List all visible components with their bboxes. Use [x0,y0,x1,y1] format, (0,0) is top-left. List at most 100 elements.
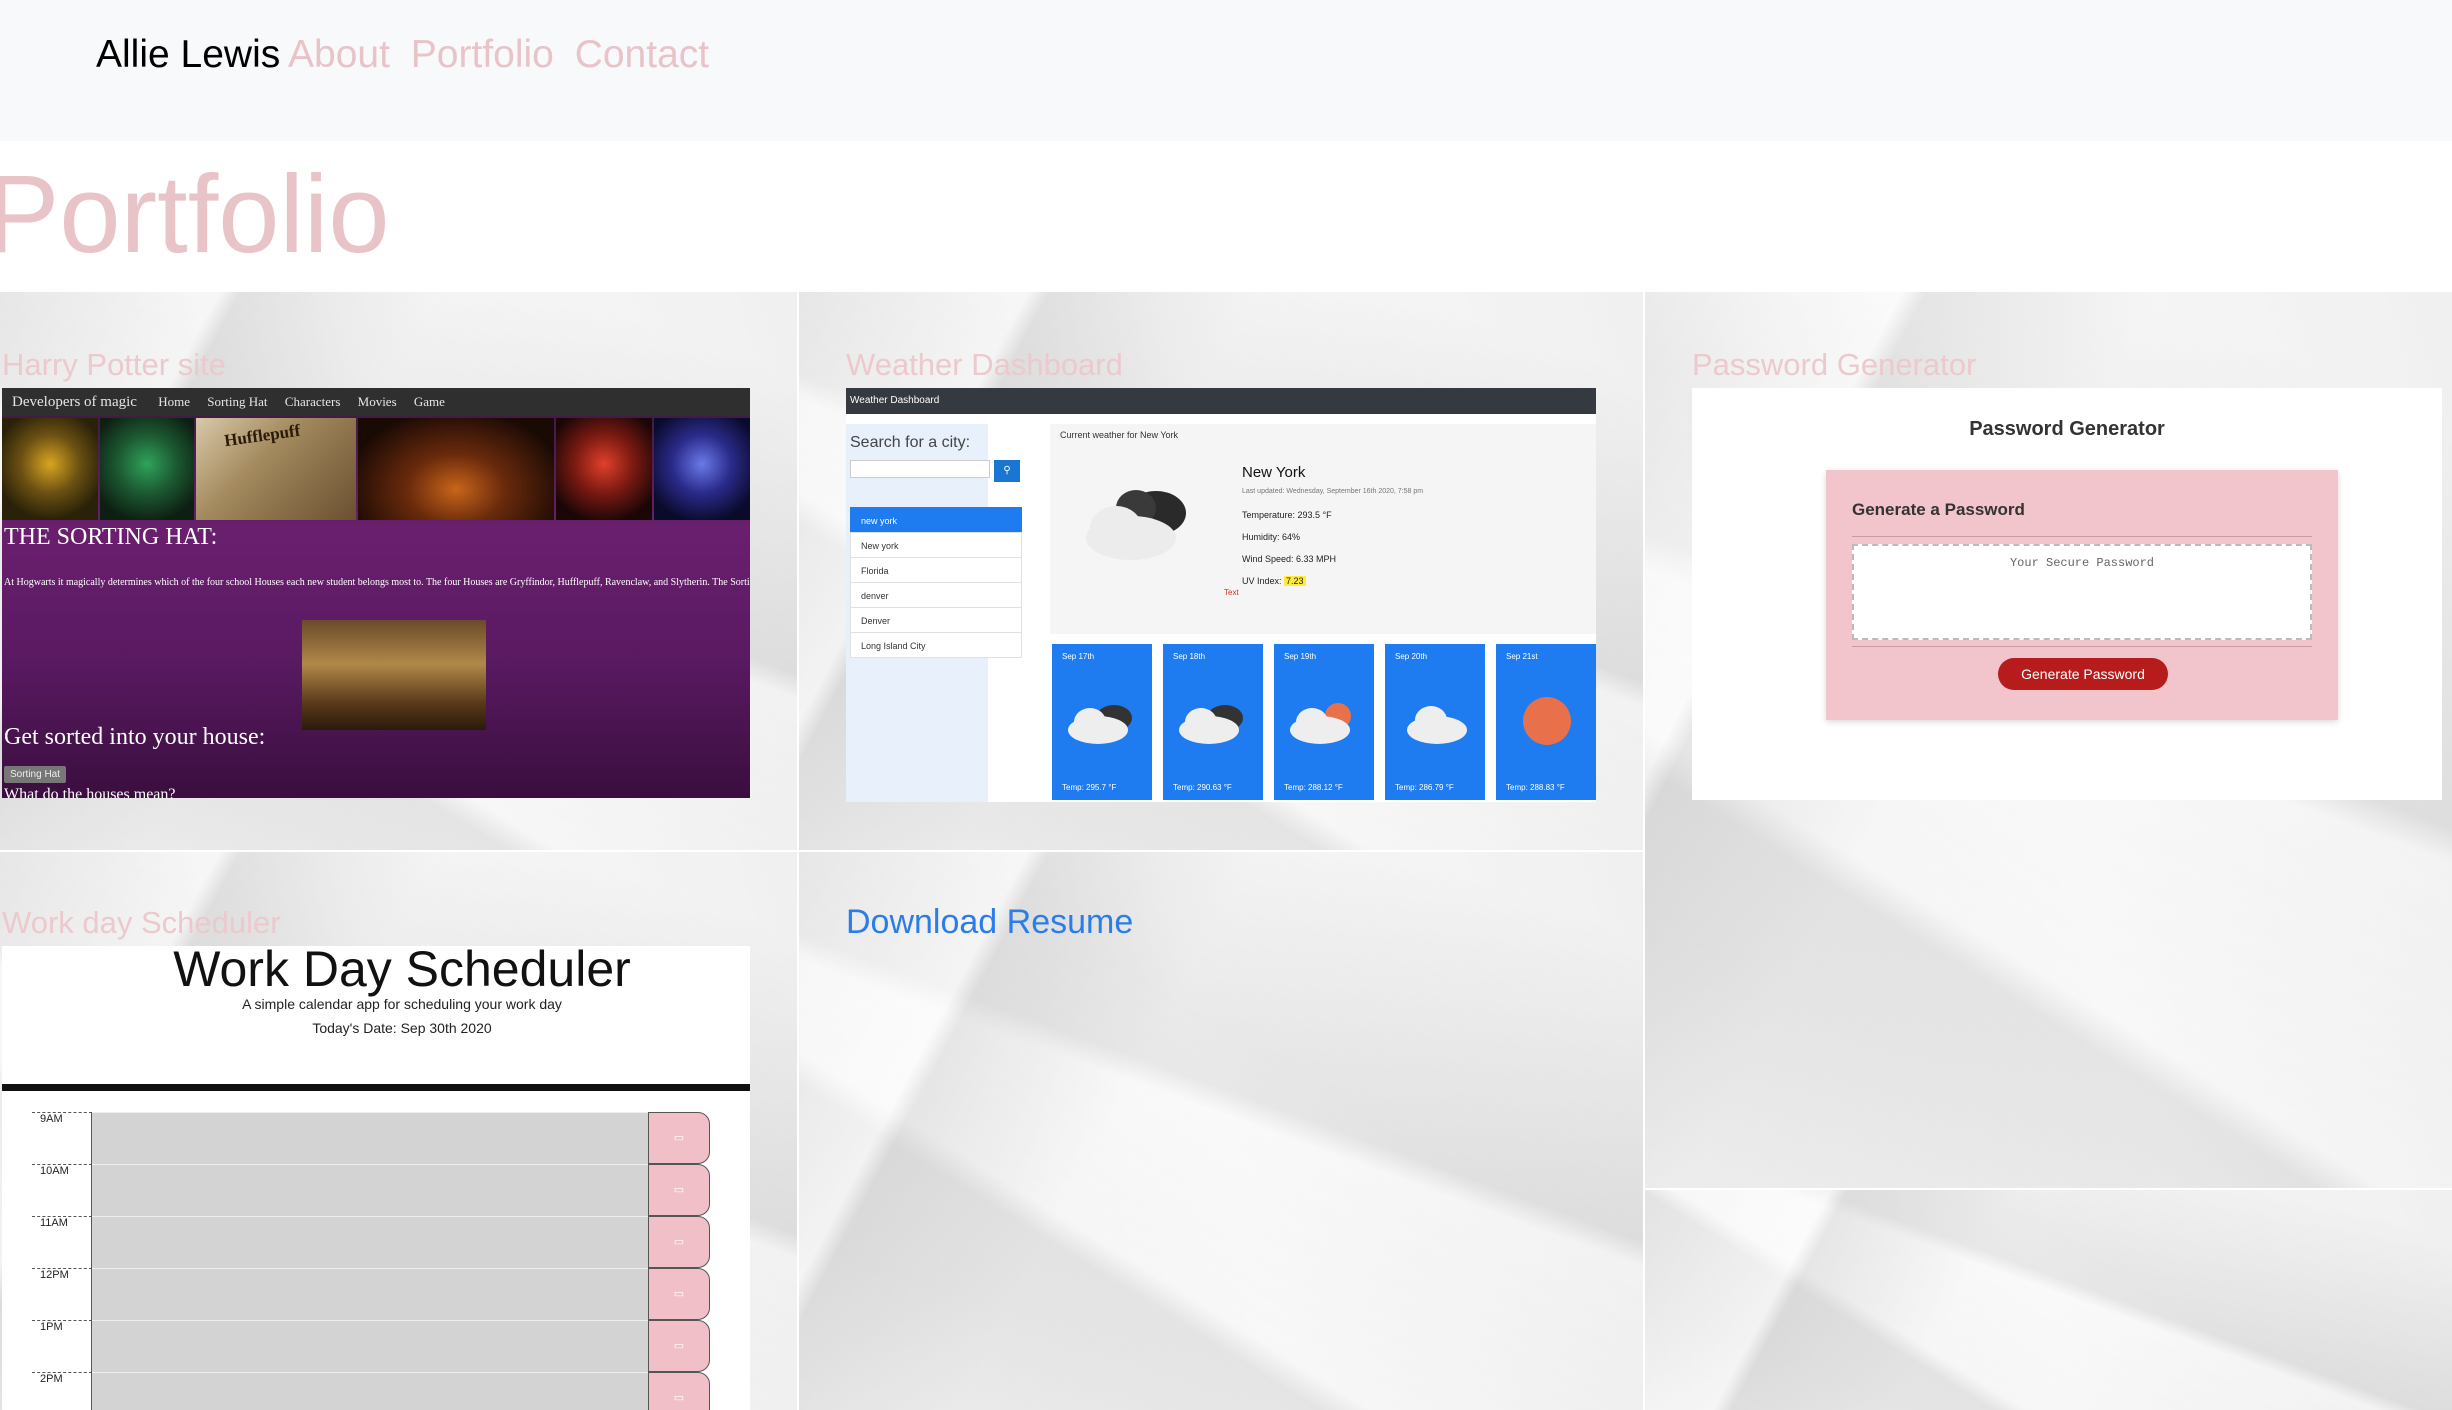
project-title-password[interactable]: Password Generator [1692,345,1976,385]
sun-cloud-icon [1290,703,1351,744]
wd-current-label: Current weather for New York [1060,430,1179,440]
ws-description [92,1216,648,1269]
download-resume-link[interactable]: Download Resume [846,900,1133,944]
ws-date: Today's Date: Sep 30th 2020 [312,1020,492,1036]
save-icon: ▭ [648,1372,710,1410]
grid-cell [1645,1190,2452,1410]
project-title-harry-potter[interactable]: Harry Potter site [2,345,226,385]
hp-nav-brand: Developers of magic [12,394,137,410]
slytherin-crest-image [100,418,194,520]
pg-divider [1852,536,2312,537]
wd-forecast-date: Sep 20th [1395,652,1428,661]
wd-humidity: Humidity: 64% [1242,532,1301,542]
page-title: Portfolio [0,153,390,276]
cloud-icon [1407,706,1467,744]
wd-history-item: new york [850,507,1022,533]
hp-nav-item: Sorting Hat [207,394,268,409]
ws-description [92,1268,648,1321]
wd-forecast-temp: Temp: 288.12 °F [1284,783,1343,792]
wd-forecast-temp: Temp: 290.63 °F [1173,783,1232,792]
ws-hour-label: 10AM [32,1164,92,1216]
gryffindor-crest-image [556,418,652,520]
wd-forecast-temp: Temp: 286.79 °F [1395,783,1454,792]
nav-link-about[interactable]: About [288,33,390,76]
wd-updated: Last updated: Wednesday, September 16th … [1242,488,1424,495]
house-crest-banner: Hufflepuff [2,418,750,520]
cloud-icon [1068,705,1132,744]
wd-forecast-card: Sep 20th Temp: 286.79 °F [1385,644,1485,800]
ws-hour-label: 2PM [32,1372,92,1410]
cloud-icon [1179,705,1243,744]
hp-nav-item: Characters [284,394,341,409]
ws-time-block: 11AM ▭ [32,1216,712,1269]
wd-forecast-temp: Temp: 288.83 °F [1506,783,1565,792]
cloud-icon [1086,490,1186,560]
wd-sidebar: Search for a city: ⚲ new york New york F… [846,424,1022,802]
wd-uv-label: UV Index: [1242,576,1282,586]
ws-subtitle: A simple calendar app for scheduling you… [242,996,562,1012]
sorting-hat-image [358,418,554,520]
hp-footer-text: What do the houses mean? [4,786,176,798]
project-title-scheduler[interactable]: Work day Scheduler [2,903,281,943]
pg-title: Password Generator [1969,418,2165,440]
wd-history-item: Florida [850,557,1022,583]
brand-name[interactable]: Allie Lewis [96,30,280,80]
wd-search-label: Search for a city: [850,434,971,451]
wd-temperature: Temperature: 293.5 °F [1242,510,1332,520]
wd-wind: Wind Speed: 6.33 MPH [1242,554,1337,564]
pg-password-area: Your Secure Password [1852,544,2312,640]
password-generator-screenshot[interactable]: Password Generator Generate a Password Y… [1692,388,2442,800]
ws-time-block: 12PM ▭ [32,1268,712,1321]
ws-hour-label: 12PM [32,1268,92,1320]
ws-title: Work Day Scheduler [173,946,631,997]
sorting-hat-button: Sorting Hat [4,766,67,783]
wd-forecast-card: Sep 18th Temp: 290.63 °F [1163,644,1263,800]
pg-generate-button: Generate Password [1998,658,2168,690]
nav-link-portfolio[interactable]: Portfolio [411,33,554,76]
nav-link-contact[interactable]: Contact [575,33,709,76]
ws-time-block: 1PM ▭ [32,1320,712,1373]
navbar: Allie Lewis About Portfolio Contact [0,0,2452,141]
pg-card: Generate a Password Your Secure Password… [1826,470,2338,720]
hp-navbar: Developers of magic Home Sorting Hat Cha… [2,388,750,416]
wd-forecast-date: Sep 18th [1173,652,1206,661]
hufflepuff-book-label: Hufflepuff [222,420,302,451]
wd-uv-row: UV Index: 7.23 [1242,576,1306,586]
wd-forecast-date: Sep 21st [1506,652,1538,661]
wd-history-item: denver [850,582,1022,608]
wd-uv-value: 7.23 [1284,576,1306,586]
pg-card-title: Generate a Password [1852,500,2025,519]
hp-heading: THE SORTING HAT: [4,524,218,550]
wd-history-list: new york New york Florida denver Denver … [850,507,1022,658]
hufflepuff-book-image: Hufflepuff [196,418,356,520]
wd-search-input [850,460,990,478]
save-icon: ▭ [648,1112,710,1164]
great-hall-image [302,620,486,730]
harry-potter-screenshot[interactable]: Developers of magic Home Sorting Hat Cha… [2,388,750,798]
weather-dashboard-screenshot[interactable]: Weather Dashboard Search for a city: ⚲ n… [846,388,1596,802]
wd-city-name: New York [1242,464,1306,481]
scheduler-screenshot[interactable]: Work Day Scheduler A simple calendar app… [2,946,750,1410]
wd-icon-caption: Text [1224,588,1239,597]
wd-forecast-date: Sep 17th [1062,652,1095,661]
sun-icon [1523,697,1571,745]
ws-hour-label: 11AM [32,1216,92,1268]
save-icon: ▭ [648,1268,710,1320]
ws-divider [2,1084,750,1091]
project-title-weather[interactable]: Weather Dashboard [846,345,1123,385]
wd-forecast-date: Sep 19th [1284,652,1317,661]
ws-description [92,1320,648,1373]
wd-forecast-card: Sep 21st Temp: 288.83 °F [1496,644,1596,800]
wd-forecast-temp: Temp: 295.7 °F [1062,783,1117,792]
wd-forecast-card: Sep 17th Temp: 295.7 °F [1052,644,1152,800]
save-icon: ▭ [648,1320,710,1372]
hp-nav-item: Movies [357,394,397,409]
wd-current-panel: Current weather for New York Text New Yo… [1050,424,1596,634]
save-icon: ▭ [648,1164,710,1216]
ws-time-block: 10AM ▭ [32,1164,712,1217]
save-icon: ▭ [648,1216,710,1268]
wd-forecast-card: Sep 19th Temp: 288.12 °F [1274,644,1374,800]
wd-history-item: Long Island City [850,632,1022,658]
wd-history-item: New york [850,532,1022,558]
pg-divider [1852,646,2312,647]
